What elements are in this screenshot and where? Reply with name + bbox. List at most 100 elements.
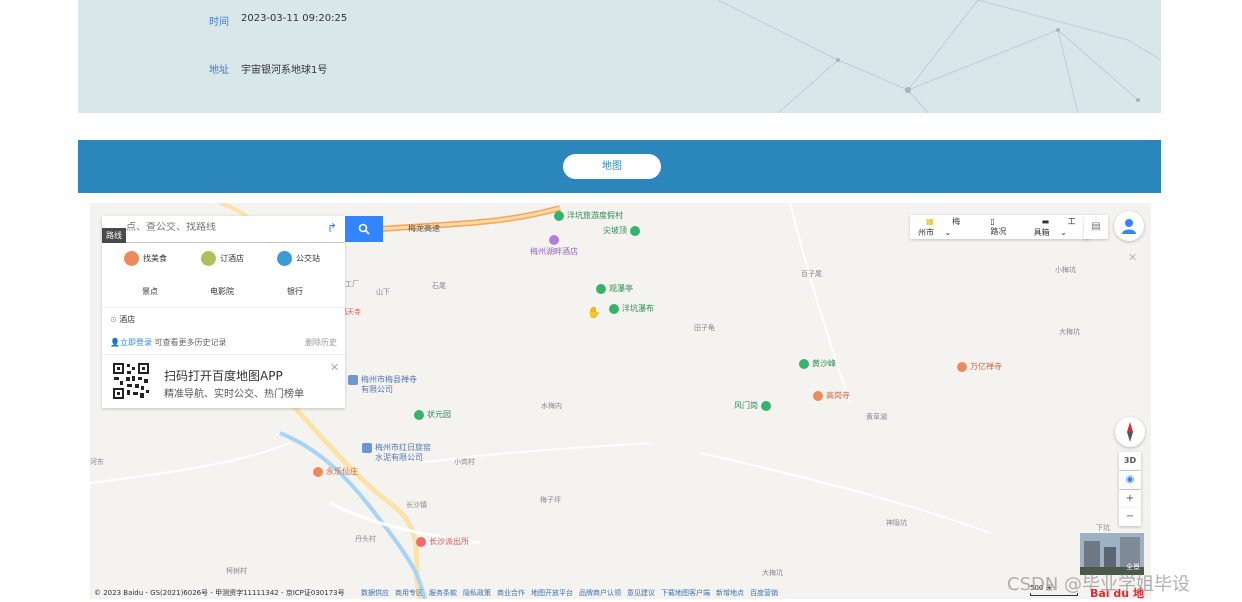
panorama-thumbnail[interactable]: 全景	[1080, 533, 1144, 575]
zoom-in-button[interactable]: +	[1119, 490, 1141, 508]
city-selector[interactable]: ▦ 梅州市 ⌄	[910, 216, 974, 238]
poi-pin-icon	[813, 390, 823, 401]
category-cinema[interactable]: 电影院	[210, 286, 234, 297]
message-icon[interactable]: ▤	[1084, 215, 1108, 239]
place-label: 工厂	[345, 280, 359, 288]
footer-link[interactable]: 百度营销	[750, 588, 778, 598]
search-icon	[358, 223, 370, 235]
quick-bus[interactable]: 公交站	[277, 251, 320, 266]
road-label: 梅龙高速	[408, 224, 440, 233]
search-box[interactable]: ↱	[102, 216, 345, 242]
poi-fengmen[interactable]: 风门岗	[734, 400, 771, 411]
poi-police[interactable]: 长沙派出所	[416, 536, 469, 547]
3d-button[interactable]: 3D	[1119, 452, 1141, 470]
map-footer-links: 数据供应 商用专区 服务条款 隐私政策 商业合作 地图开放平台 品牌商户认领 意…	[361, 588, 778, 598]
poi-pin-icon	[596, 283, 606, 294]
poi-cement[interactable]: 梅州市红日旋窑水泥有限公司	[362, 443, 435, 463]
place-label: 小岗村	[454, 458, 475, 466]
footer-link[interactable]: 隐私政策	[463, 588, 491, 598]
poi-hotel[interactable]: 梅州湖畔酒店	[530, 235, 578, 257]
place-label: 柯树村	[226, 567, 247, 575]
poi-mountain[interactable]: 黄沙峰	[799, 358, 836, 369]
locate-icon[interactable]: ◉	[1119, 471, 1141, 489]
footer-link[interactable]: 新增地点	[716, 588, 744, 598]
baidu-map[interactable]: 梅龙高速 山下 石尾 工厂 百子尾 小梅坑 田子龟 大梅坑 水梅内 小岗村 梅子…	[90, 203, 1151, 599]
time-row: 时间 2023-03-11 09:20:25	[209, 13, 347, 28]
clock-icon: ⊙	[110, 315, 117, 324]
app-promo-title: 扫码打开百度地图APP	[164, 369, 283, 383]
footer-link[interactable]: 意见建议	[627, 588, 655, 598]
footer-link[interactable]: 地图开放平台	[531, 588, 573, 598]
place-label: 田子龟	[694, 324, 715, 332]
search-input[interactable]	[126, 222, 316, 233]
footer-link[interactable]: 商用专区	[395, 588, 423, 598]
poi-villa[interactable]: 永乐仙庄	[313, 466, 358, 477]
search-button[interactable]	[345, 216, 383, 242]
address-value: 宇宙银河系地球1号	[241, 65, 328, 76]
place-label: 黄草湖	[866, 413, 887, 421]
footer-link[interactable]: 商业合作	[497, 588, 525, 598]
poi-pin-icon	[799, 358, 809, 369]
tab-map[interactable]: 地图	[563, 154, 661, 179]
poi-pin-icon	[549, 235, 559, 245]
city-icon: ▦	[926, 217, 934, 226]
poi-pin-icon	[761, 400, 771, 411]
app-promo-subtitle: 精准导航、实时公交、热门榜单	[164, 389, 304, 400]
place-label: 下坑	[1096, 524, 1110, 532]
divider	[102, 354, 345, 355]
compass-icon[interactable]	[1115, 417, 1145, 447]
place-label: 丹头村	[355, 535, 376, 543]
poi-company[interactable]: 梅州市梅县禅寺有限公司	[348, 375, 421, 395]
history-item[interactable]: ⊙ 酒店	[110, 314, 135, 325]
category-bank[interactable]: 银行	[287, 286, 303, 297]
poi-tour-resort[interactable]: 泮坑旅游度假村	[554, 210, 623, 221]
login-link[interactable]: 立即登录	[120, 338, 152, 347]
place-label: 大梅坑	[1059, 328, 1080, 336]
place-label: 大梅坑	[762, 569, 783, 577]
close-icon[interactable]: ✕	[330, 361, 339, 374]
address-label: 地址	[209, 65, 229, 76]
clear-history-button[interactable]: 删除历史	[305, 337, 337, 348]
poi-pavilion[interactable]: 观瀑亭	[596, 283, 633, 294]
poi-pin-icon	[416, 536, 426, 547]
avatar-icon[interactable]	[1114, 211, 1144, 241]
footer-link[interactable]: 数据供应	[361, 588, 389, 598]
poi-gaosi[interactable]: 高岗寺	[813, 390, 850, 401]
csdn-watermark: CSDN @毕业学姐毕设	[1007, 574, 1191, 595]
place-label: 百子尾	[801, 270, 822, 278]
place-label: 水梅内	[541, 402, 562, 410]
footer-link[interactable]: 下载地图客户端	[661, 588, 710, 598]
address-row: 地址 宇宙银河系地球1号	[209, 61, 327, 76]
food-icon	[124, 251, 139, 266]
poi-waterfall[interactable]: 泮坑瀑布	[609, 303, 654, 314]
category-scenic[interactable]: 景点	[142, 286, 158, 297]
zoom-out-button[interactable]: −	[1119, 508, 1141, 526]
poi-pin-icon	[609, 303, 619, 314]
poi-pin-icon	[414, 409, 424, 420]
place-label: 长沙镇	[406, 501, 427, 509]
poi-garden[interactable]: 状元园	[414, 409, 451, 420]
quick-food[interactable]: 找美食	[124, 251, 167, 266]
time-label: 时间	[209, 17, 229, 28]
traffic-button[interactable]: ▯ 路况	[974, 217, 1025, 237]
poi-pin-icon	[630, 225, 640, 236]
poi-temple[interactable]: 万亿禅寺	[957, 361, 1002, 372]
place-label: 河东	[90, 458, 104, 466]
place-label: 神隐坑	[886, 519, 907, 527]
place-label: 山下	[376, 288, 390, 296]
poi-peak[interactable]: 尖坡顶	[603, 225, 640, 236]
info-card: 时间 2023-03-11 09:20:25 地址 宇宙银河系地球1号	[78, 0, 1161, 113]
map-toolbar: ▦ 梅州市 ⌄ ▯ 路况 ▬ 工具箱 ⌄	[910, 215, 1090, 239]
poi-pin-icon	[348, 375, 358, 385]
toolbox-icon: ▬	[1041, 217, 1050, 226]
close-icon[interactable]: ✕	[1128, 251, 1137, 264]
footer-link[interactable]: 品牌商户认领	[579, 588, 621, 598]
quick-hotel[interactable]: 订酒店	[201, 251, 244, 266]
route-icon[interactable]: ↱	[327, 221, 337, 235]
tab-bar: 地图	[78, 140, 1161, 193]
toolbox-button[interactable]: ▬ 工具箱 ⌄	[1026, 216, 1090, 238]
traffic-icon: ▯	[990, 217, 995, 226]
login-row: 👤立即登录 可查看更多历史记录	[110, 338, 227, 347]
route-tooltip: 路线	[102, 228, 126, 243]
footer-link[interactable]: 服务条款	[429, 588, 457, 598]
